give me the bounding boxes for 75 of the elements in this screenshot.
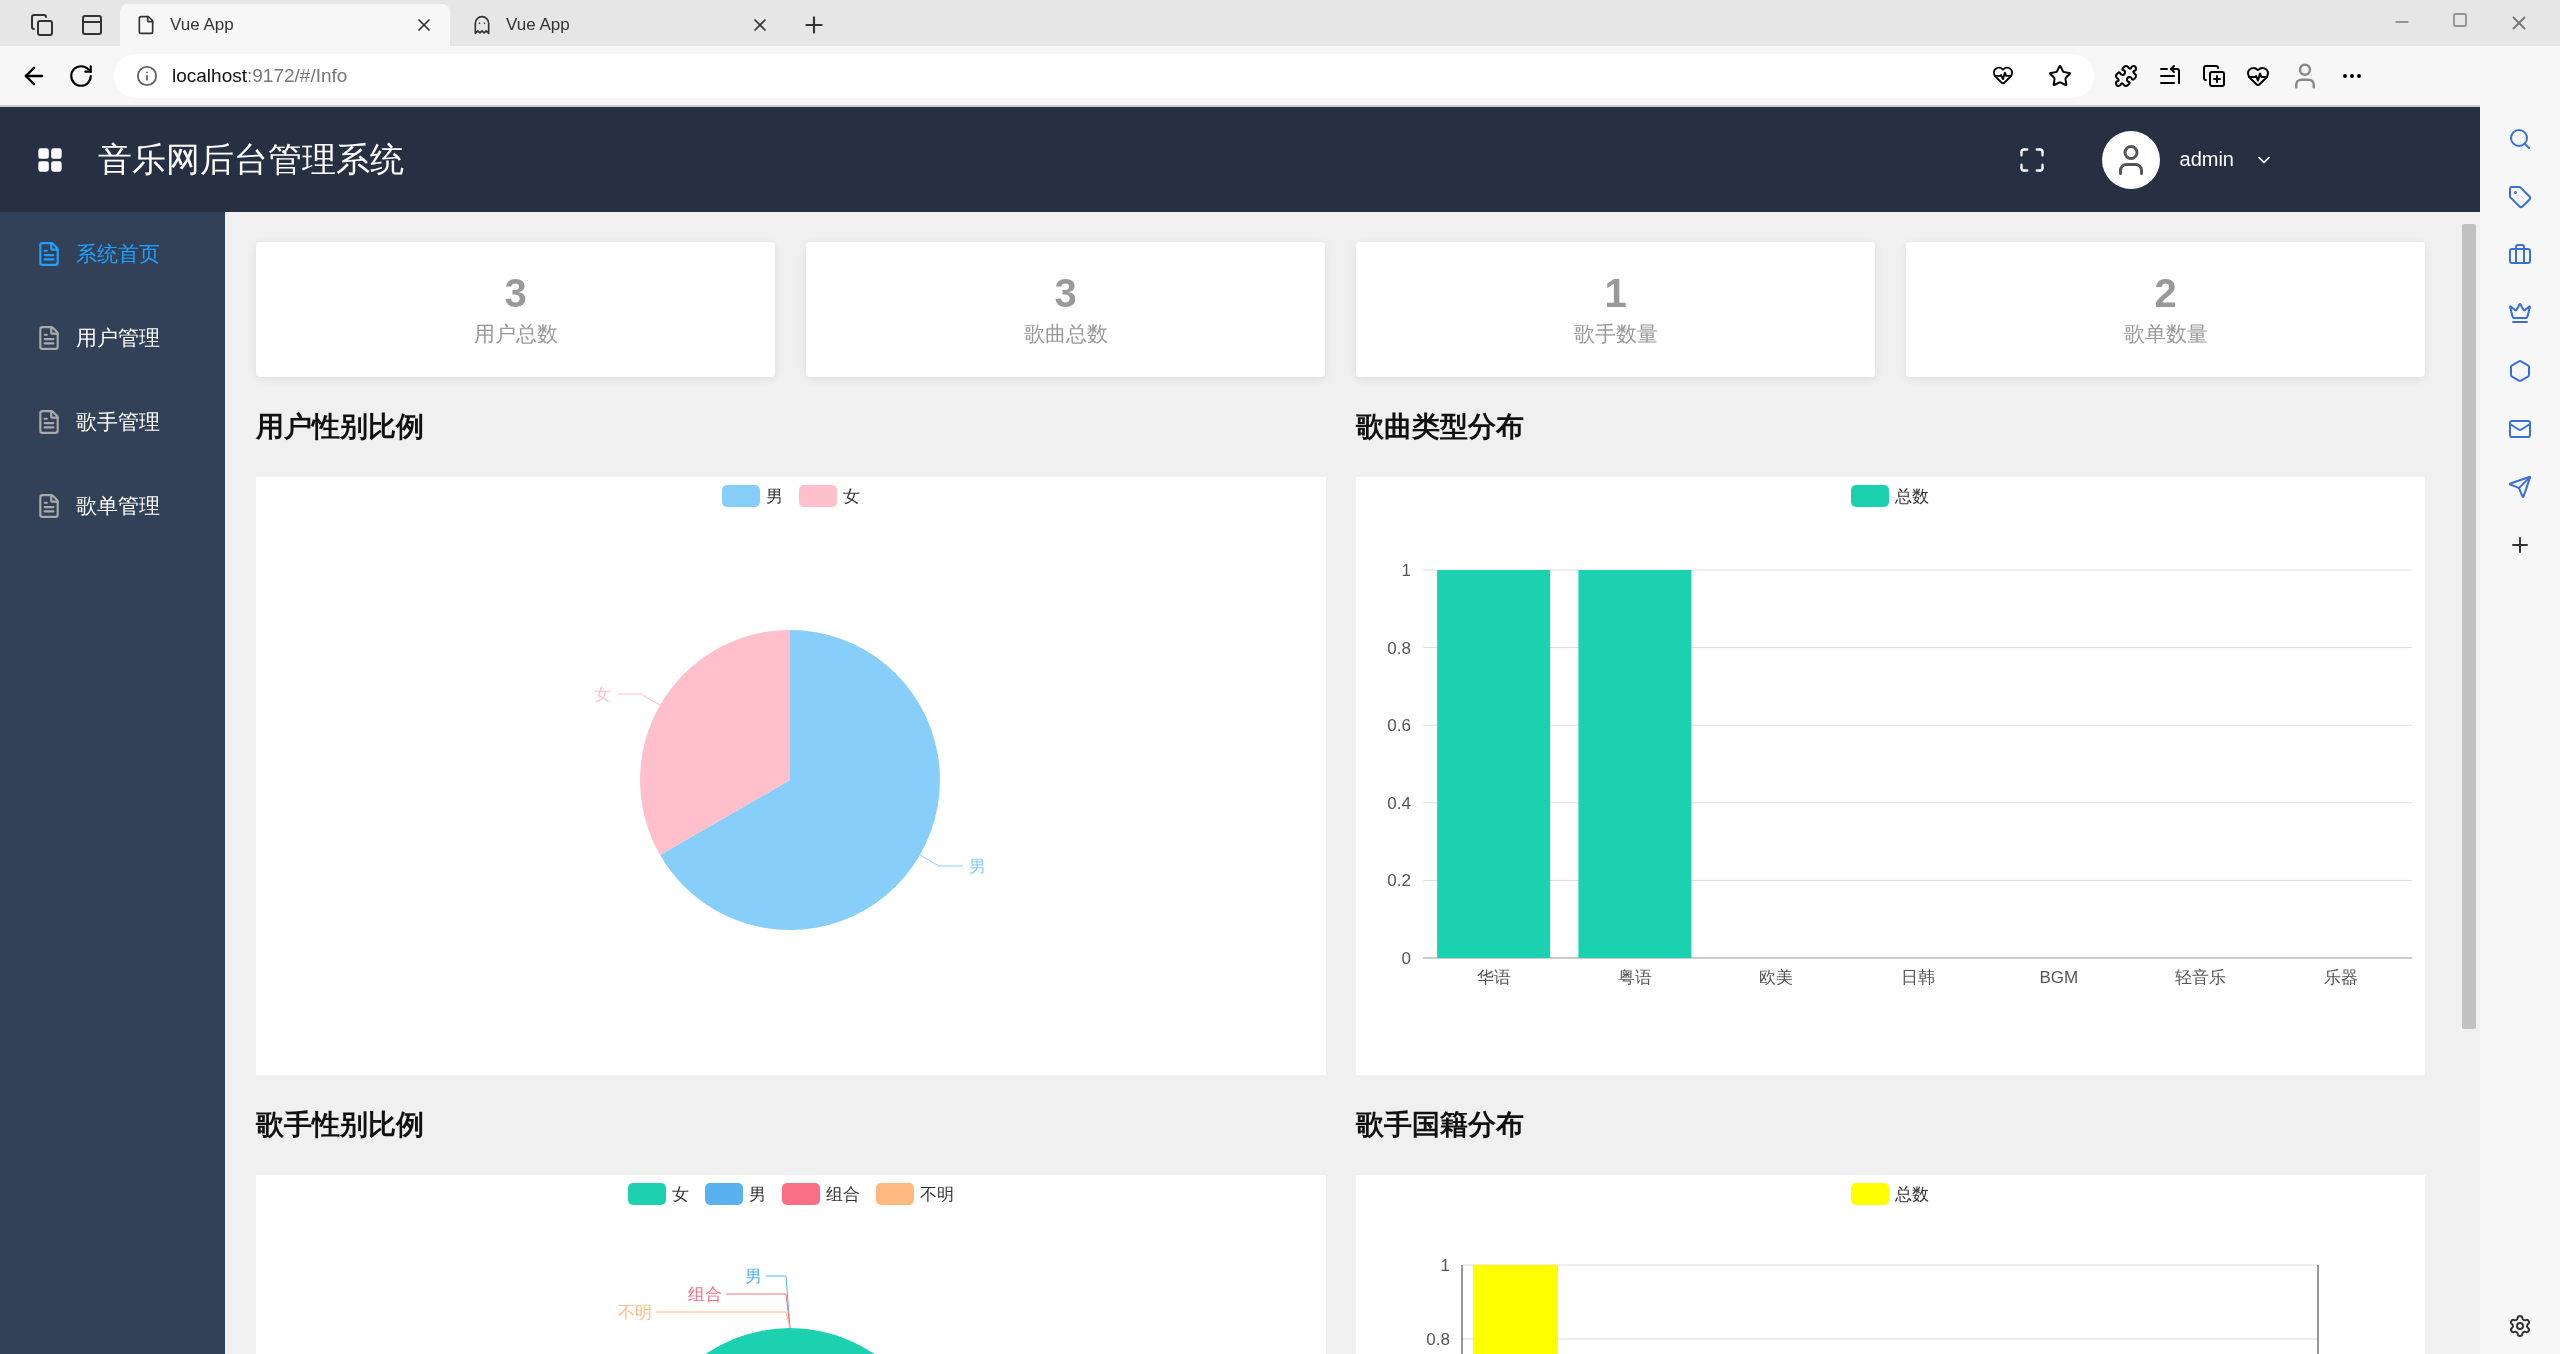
mail-icon[interactable] [2508,417,2532,441]
stat-label: 歌单数量 [2123,321,2208,347]
refresh-icon[interactable] [68,62,94,89]
axis-tick-label: 0.8 [1425,1330,1450,1349]
legend-item[interactable]: 组合 [781,1179,860,1209]
stat-value: 2 [2154,271,2177,316]
collections-icon[interactable] [2202,63,2226,88]
legend-item[interactable]: 女 [798,481,860,511]
document-icon [36,325,62,351]
extensions-icon[interactable] [2114,63,2138,88]
hexagon-icon[interactable] [2508,359,2532,383]
section-title: 歌手国籍分布 [1355,1108,1525,1142]
sidebar-item[interactable]: 歌手管理 [0,380,225,464]
info-icon [136,64,158,87]
legend-item[interactable]: 不明 [875,1179,954,1209]
page-icon [136,15,156,35]
browser-tab[interactable]: Vue App [456,4,786,46]
legend-item[interactable]: 总数 [1851,1179,1930,1209]
search-icon[interactable] [2508,127,2532,151]
document-icon [36,409,62,435]
section-title: 用户性别比例 [256,410,425,444]
legend-item[interactable]: 女 [627,1179,689,1209]
tag-icon[interactable] [2508,185,2532,209]
stat-label: 歌曲总数 [1023,321,1108,347]
stat-label: 用户总数 [473,321,558,347]
slice-label: 男 [745,1267,762,1286]
axis-tick-label: 1 [1401,561,1411,580]
address-bar[interactable]: localhost:9172/#/Info [114,53,2094,98]
tab-actions-icon[interactable] [80,13,104,37]
axis-tick-label: 0.4 [1386,793,1411,813]
axis-tick-label: 0.6 [1386,716,1411,736]
stat-value: 3 [1054,271,1077,316]
axis-category-label: BGM [2038,968,2078,987]
browser-tab[interactable]: Vue App [120,4,450,46]
axis-tick-label: 1 [1440,1256,1450,1275]
sidebar-item[interactable]: 歌单管理 [0,464,225,548]
axis-tick-label: 0.2 [1386,871,1411,891]
slice-label: 男 [968,857,986,876]
stat-value: 3 [504,271,527,316]
axis-category-label: 华语 [1476,968,1511,987]
axis-category-label: 轻音乐 [2174,968,2226,987]
url-text: localhost:9172/#/Info [172,64,348,87]
grid-icon[interactable] [36,145,64,174]
sidebar-item[interactable]: 系统首页 [0,212,225,296]
settings-icon[interactable] [2508,1314,2532,1338]
document-icon [36,493,62,519]
paper-plane-icon[interactable] [2508,475,2532,499]
axis-category-label: 日韩 [1900,968,1934,987]
slice-label: 组合 [688,1285,722,1304]
axis-category-label: 乐器 [2323,968,2358,987]
section-title: 歌曲类型分布 [1355,410,1525,444]
axis-category-label: 欧美 [1758,968,1793,987]
user-name[interactable]: admin [2179,148,2234,171]
legend-item[interactable]: 男 [704,1179,766,1209]
fullscreen-icon[interactable] [2017,145,2046,174]
axis-tick-label: 0 [1401,949,1411,968]
slice-label: 女 [594,685,612,704]
stat-label: 歌手数量 [1573,321,1658,347]
axis-category-label: 粤语 [1617,968,1652,987]
legend-item[interactable]: 男 [721,481,783,511]
favorite-icon[interactable] [2048,63,2072,88]
leader-line [919,854,964,867]
axis-tick-label: 0.8 [1386,638,1411,658]
legend-item[interactable]: 总数 [1851,481,1930,511]
section-title: 歌手性别比例 [256,1108,425,1142]
briefcase-icon[interactable] [2508,243,2532,267]
stat-value: 1 [1604,271,1627,316]
scrollbar[interactable] [2457,212,2480,1354]
app-title: 音乐网后台管理系统 [98,138,404,180]
workspaces-icon[interactable] [30,13,54,37]
sidebar-item[interactable]: 用户管理 [0,296,225,380]
document-icon [36,241,62,267]
slice-label: 不明 [618,1303,652,1322]
chess-piece-icon[interactable] [2508,301,2532,325]
leader-line [616,693,661,706]
